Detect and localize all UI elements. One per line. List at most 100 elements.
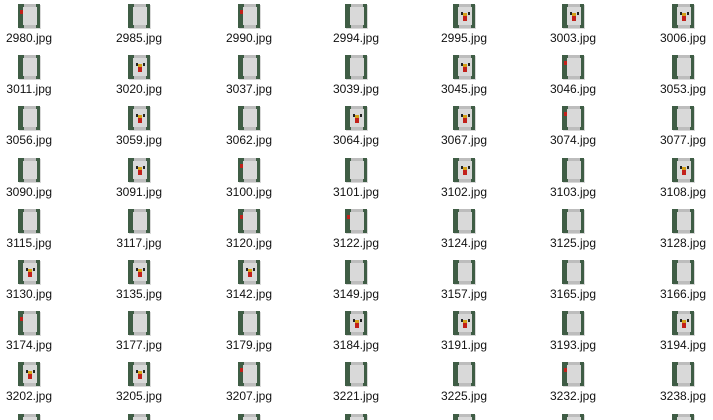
- file-item[interactable]: 2980.jpg: [0, 0, 74, 50]
- file-name-label: 3193.jpg: [549, 338, 597, 353]
- file-item[interactable]: 3130.jpg: [0, 256, 74, 306]
- chicken-thumbnail-icon: [238, 413, 260, 420]
- file-item[interactable]: 3108.jpg: [638, 154, 713, 204]
- file-item[interactable]: 2990.jpg: [204, 0, 294, 50]
- chicken-thumbnail-icon: [128, 413, 150, 420]
- chicken-thumbnail-icon: [672, 157, 694, 182]
- chicken-thumbnail-icon: [672, 260, 694, 284]
- chicken-thumbnail-icon: [453, 413, 475, 420]
- file-item[interactable]: [204, 410, 294, 420]
- file-item[interactable]: 3091.jpg: [94, 154, 184, 204]
- file-name-label: 3225.jpg: [440, 389, 488, 404]
- file-item[interactable]: 3135.jpg: [94, 256, 184, 306]
- file-item[interactable]: 3020.jpg: [94, 51, 184, 101]
- file-name-label: 3135.jpg: [115, 287, 163, 301]
- file-item[interactable]: 3074.jpg: [528, 102, 618, 152]
- chicken-thumbnail-icon: [562, 260, 584, 284]
- file-item[interactable]: 3120.jpg: [204, 205, 294, 255]
- file-item[interactable]: 3062.jpg: [204, 102, 294, 152]
- chicken-thumbnail-icon: [128, 106, 150, 131]
- chicken-thumbnail-icon: [18, 157, 40, 182]
- file-item[interactable]: 3125.jpg: [528, 205, 618, 255]
- chicken-thumbnail-icon: [18, 413, 40, 420]
- file-item[interactable]: 3194.jpg: [638, 307, 713, 357]
- file-item[interactable]: 3090.jpg: [0, 154, 74, 204]
- chicken-thumbnail-icon: [345, 413, 367, 420]
- file-name-label: 2995.jpg: [440, 31, 488, 45]
- file-item[interactable]: 3101.jpg: [311, 154, 401, 204]
- file-item[interactable]: 2995.jpg: [419, 0, 509, 50]
- file-item[interactable]: 3142.jpg: [204, 256, 294, 306]
- file-item[interactable]: 3103.jpg: [528, 154, 618, 204]
- chicken-thumbnail-icon: [453, 4, 475, 28]
- file-item[interactable]: [528, 410, 618, 420]
- file-name-label: 3059.jpg: [115, 133, 163, 148]
- chicken-thumbnail-icon: [18, 260, 40, 284]
- file-item[interactable]: 3011.jpg: [0, 51, 74, 101]
- file-item[interactable]: 3157.jpg: [419, 256, 509, 306]
- file-item[interactable]: 3221.jpg: [311, 358, 401, 408]
- file-item[interactable]: 3193.jpg: [528, 307, 618, 357]
- file-item[interactable]: 3177.jpg: [94, 307, 184, 357]
- file-item[interactable]: 3166.jpg: [638, 256, 713, 306]
- file-item[interactable]: [419, 410, 509, 420]
- chicken-thumbnail-icon: [453, 208, 475, 233]
- file-name-label: 3205.jpg: [115, 389, 163, 404]
- file-item[interactable]: 3064.jpg: [311, 102, 401, 152]
- file-item[interactable]: 3053.jpg: [638, 51, 713, 101]
- chicken-thumbnail-icon: [562, 157, 584, 182]
- chicken-thumbnail-icon: [345, 157, 367, 182]
- file-item[interactable]: 3122.jpg: [311, 205, 401, 255]
- file-item[interactable]: [0, 410, 74, 420]
- file-item[interactable]: 3149.jpg: [311, 256, 401, 306]
- file-item[interactable]: 3165.jpg: [528, 256, 618, 306]
- file-item[interactable]: 3045.jpg: [419, 51, 509, 101]
- file-item[interactable]: 3046.jpg: [528, 51, 618, 101]
- file-item[interactable]: [638, 410, 713, 420]
- chicken-thumbnail-icon: [128, 362, 150, 387]
- chicken-thumbnail-icon: [453, 157, 475, 182]
- file-item[interactable]: 3059.jpg: [94, 102, 184, 152]
- file-item[interactable]: 3117.jpg: [94, 205, 184, 255]
- file-item[interactable]: 3205.jpg: [94, 358, 184, 408]
- file-item[interactable]: 3039.jpg: [311, 51, 401, 101]
- file-name-label: 3102.jpg: [440, 184, 488, 199]
- file-item[interactable]: 2985.jpg: [94, 0, 184, 50]
- file-item[interactable]: 3067.jpg: [419, 102, 509, 152]
- file-item[interactable]: [94, 410, 184, 420]
- file-name-label: 3074.jpg: [549, 133, 597, 148]
- file-item[interactable]: [311, 410, 401, 420]
- file-name-label: 3100.jpg: [225, 184, 273, 199]
- file-item[interactable]: 3128.jpg: [638, 205, 713, 255]
- chicken-thumbnail-icon: [453, 260, 475, 284]
- chicken-thumbnail-icon: [345, 311, 367, 336]
- file-item[interactable]: 2994.jpg: [311, 0, 401, 50]
- file-item[interactable]: 3003.jpg: [528, 0, 618, 50]
- file-item[interactable]: 3124.jpg: [419, 205, 509, 255]
- file-name-label: 3077.jpg: [659, 133, 707, 148]
- chicken-thumbnail-icon: [453, 311, 475, 336]
- file-item[interactable]: 3037.jpg: [204, 51, 294, 101]
- file-item[interactable]: 3238.jpg: [638, 358, 713, 408]
- file-item[interactable]: 3202.jpg: [0, 358, 74, 408]
- chicken-thumbnail-icon: [345, 106, 367, 131]
- file-name-label: 2990.jpg: [225, 31, 273, 45]
- file-item[interactable]: 3056.jpg: [0, 102, 74, 152]
- file-item[interactable]: 3232.jpg: [528, 358, 618, 408]
- file-item[interactable]: 3191.jpg: [419, 307, 509, 357]
- file-item[interactable]: 3115.jpg: [0, 205, 74, 255]
- file-item[interactable]: 3207.jpg: [204, 358, 294, 408]
- file-item[interactable]: 3100.jpg: [204, 154, 294, 204]
- file-item[interactable]: 3174.jpg: [0, 307, 74, 357]
- file-item[interactable]: 3006.jpg: [638, 0, 713, 50]
- chicken-thumbnail-icon: [238, 157, 260, 182]
- file-item[interactable]: 3225.jpg: [419, 358, 509, 408]
- file-item[interactable]: 3102.jpg: [419, 154, 509, 204]
- file-name-label: 3149.jpg: [332, 287, 380, 301]
- file-name-label: 3120.jpg: [225, 235, 273, 250]
- chicken-thumbnail-icon: [238, 311, 260, 336]
- file-item[interactable]: 3179.jpg: [204, 307, 294, 357]
- file-item[interactable]: 3077.jpg: [638, 102, 713, 152]
- file-item[interactable]: 3184.jpg: [311, 307, 401, 357]
- file-name-label: 3103.jpg: [549, 184, 597, 199]
